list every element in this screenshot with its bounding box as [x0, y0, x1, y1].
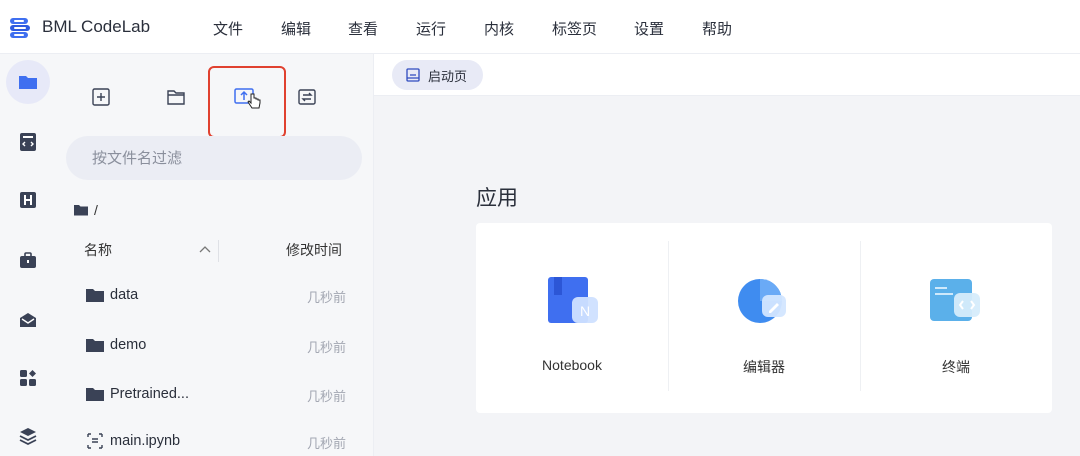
h-logo-icon [20, 192, 36, 208]
launcher-card-terminal[interactable]: 终端 [860, 223, 1052, 413]
menu-edit[interactable]: 编辑 [281, 18, 311, 39]
column-modified-header[interactable]: 修改时间 [286, 240, 342, 260]
sort-chevron-up-icon[interactable] [199, 245, 211, 253]
activity-code[interactable] [6, 120, 50, 164]
file-row[interactable]: Pretrained... 几秒前 [56, 371, 374, 421]
layers-icon [19, 428, 37, 446]
card-label: 编辑器 [743, 359, 785, 375]
file-name: demo [110, 337, 147, 353]
file-modified: 几秒前 [306, 290, 346, 305]
tab-label: 启动页 [428, 68, 468, 84]
launcher-cards: N Notebook 编辑器 终端 [476, 223, 1052, 413]
file-row[interactable]: main.ipynb 几秒前 [56, 418, 374, 456]
folder-icon [86, 339, 104, 352]
file-modified: 几秒前 [306, 340, 346, 355]
folder-icon [86, 289, 104, 302]
activity-extensions[interactable] [6, 356, 50, 400]
activity-file-browser[interactable] [6, 60, 50, 104]
menu-help[interactable]: 帮助 [702, 18, 732, 39]
refresh-button[interactable] [292, 82, 322, 112]
section-title: 应用 [476, 187, 518, 210]
menu-run[interactable]: 运行 [416, 18, 446, 39]
menu-file[interactable]: 文件 [213, 18, 243, 39]
folder-icon [74, 205, 88, 216]
hand-cursor-icon [247, 93, 261, 109]
terminal-icon [930, 279, 980, 321]
launcher-tab-icon [406, 68, 420, 82]
new-launcher-button[interactable] [86, 82, 116, 112]
file-row[interactable]: data 几秒前 [56, 272, 374, 322]
refresh-icon [298, 89, 316, 105]
top-menu-bar: BML CodeLab 文件 编辑 查看 运行 内核 标签页 设置 帮助 [0, 0, 1080, 54]
activity-toolbox[interactable] [6, 238, 50, 282]
widgets-icon [20, 370, 36, 386]
folder-icon [86, 388, 104, 401]
breadcrumb-path: / [94, 202, 98, 218]
file-browser-panel: / 名称 修改时间 data 几秒前 demo 几秒前 Pretrained..… [56, 54, 374, 456]
file-modified: 几秒前 [306, 389, 346, 404]
card-label: 终端 [942, 359, 970, 375]
activity-layers[interactable] [6, 414, 50, 456]
folder-icon [19, 76, 37, 89]
column-name-header[interactable]: 名称 [84, 240, 112, 260]
activity-h[interactable] [6, 178, 50, 222]
launcher-card-notebook[interactable]: N Notebook [476, 223, 668, 413]
app-title: BML CodeLab [42, 17, 151, 36]
main-area: 启动页 应用 N Notebook 编辑器 终端 [374, 54, 1080, 456]
editor-icon [738, 279, 786, 323]
code-file-icon [20, 133, 36, 151]
file-name: main.ipynb [110, 433, 181, 449]
new-folder-button[interactable] [161, 82, 191, 112]
briefcase-icon [20, 252, 36, 268]
tab-launcher[interactable]: 启动页 [392, 60, 484, 90]
activity-bar [0, 54, 56, 456]
breadcrumb[interactable]: / [74, 202, 98, 218]
menu-kernel[interactable]: 内核 [484, 18, 514, 39]
new-folder-icon [167, 90, 185, 105]
notebook-icon: N [548, 277, 598, 323]
file-modified: 几秒前 [306, 436, 346, 451]
menu-tabs[interactable]: 标签页 [552, 18, 597, 39]
column-divider[interactable] [218, 240, 219, 262]
file-name: Pretrained... [110, 386, 189, 402]
tab-strip: 启动页 [374, 54, 1080, 96]
upload-button[interactable] [230, 82, 261, 112]
bml-logo-icon [10, 18, 30, 38]
new-launcher-icon [92, 88, 110, 106]
launcher-card-editor[interactable]: 编辑器 [668, 223, 860, 413]
card-label: Notebook [542, 357, 602, 373]
menu-settings[interactable]: 设置 [634, 18, 664, 39]
envelope-icon [20, 313, 36, 327]
filter-input[interactable] [66, 136, 362, 180]
file-row[interactable]: demo 几秒前 [56, 322, 374, 372]
activity-mail[interactable] [6, 298, 50, 342]
file-name: data [110, 287, 139, 303]
notebook-file-icon [87, 433, 103, 449]
menu-view[interactable]: 查看 [348, 18, 378, 39]
svg-text:N: N [580, 303, 590, 319]
